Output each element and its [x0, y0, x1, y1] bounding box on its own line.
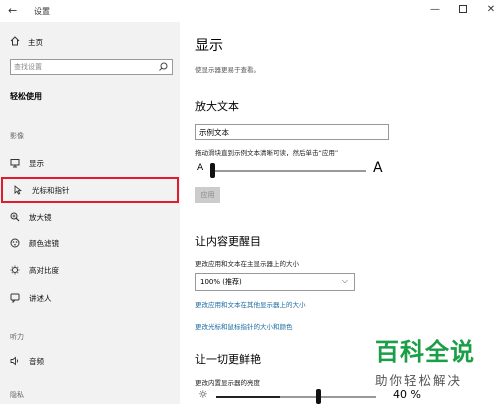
sidebar-item-high-contrast[interactable]: 高对比度	[0, 257, 180, 283]
page-title: 显示	[195, 38, 223, 54]
narrator-icon	[10, 293, 20, 303]
chevron-down-icon: ⌵	[341, 276, 348, 285]
cursor-size-link[interactable]: 更改光标和鼠标指针的大小和颜色	[195, 321, 293, 331]
back-button[interactable]: ←	[8, 4, 17, 17]
brightness-slider-fill	[216, 396, 280, 398]
color-filter-icon	[10, 238, 20, 248]
window-title: 设置	[34, 7, 50, 16]
sample-text-box: 示例文本	[195, 124, 389, 140]
search-box[interactable]	[10, 59, 173, 75]
close-button[interactable]: ✕	[483, 3, 499, 17]
slider-hint: 拖动滑块直到示例文本清晰可读，然后单击“应用”	[195, 149, 339, 157]
magnifier-icon	[10, 212, 20, 222]
group-label-privacy: 隐私	[10, 391, 24, 399]
sidebar-item-magnifier[interactable]: 放大镜	[0, 204, 180, 230]
sidebar-item-label: 显示	[29, 158, 44, 168]
monitor-icon	[10, 158, 20, 168]
title-bar: ← 设置 — ✕	[0, 0, 500, 22]
maximize-button[interactable]	[455, 3, 471, 17]
cursor-icon	[13, 185, 23, 195]
watermark-logo: 百科全说 助你轻松解决	[375, 338, 493, 389]
group-label-vision: 影像	[10, 132, 24, 140]
sidebar-home[interactable]: 主页	[10, 36, 43, 49]
brightness-label: 更改内置显示器的亮度	[195, 379, 260, 387]
home-label: 主页	[28, 38, 43, 47]
contrast-icon	[10, 265, 20, 275]
brightness-slider-row: ☼ 40 %	[195, 388, 495, 404]
sidebar-item-cursor-pointer[interactable]: 光标和指针	[1, 177, 179, 203]
other-displays-link[interactable]: 更改应用和文本在其他显示器上的大小	[195, 299, 306, 309]
sidebar-item-label: 光标和指针	[32, 185, 70, 195]
sidebar-item-label: 颜色滤镜	[29, 238, 59, 248]
home-icon	[10, 36, 20, 49]
sidebar-item-label: 音频	[29, 356, 44, 366]
brightness-slider-thumb[interactable]	[316, 389, 321, 404]
sidebar-item-label: 高对比度	[29, 265, 59, 275]
speaker-icon	[10, 356, 20, 366]
watermark-subtitle: 助你轻松解决	[375, 373, 463, 388]
text-size-slider-row: A A	[195, 160, 395, 178]
make-bigger-heading: 让内容更醒目	[195, 235, 261, 248]
sidebar: 主页 轻松使用 影像 显示 光标和指针 放大镜 颜色滤镜	[0, 22, 180, 404]
small-a-label: A	[197, 163, 204, 173]
page-description: 使显示器更易于查看。	[195, 66, 260, 74]
app-size-dropdown[interactable]: 100% (推荐) ⌵	[195, 273, 355, 291]
sidebar-item-label: 放大镜	[29, 212, 52, 222]
text-size-slider-thumb[interactable]	[210, 163, 215, 178]
sidebar-item-narrator[interactable]: 讲述人	[0, 285, 180, 311]
sidebar-item-color-filters[interactable]: 颜色滤镜	[0, 230, 180, 256]
app-size-label: 更改应用和文本在主显示器上的大小	[195, 260, 299, 268]
text-size-slider[interactable]	[211, 170, 366, 172]
brightness-value: 40 %	[393, 388, 421, 401]
app-size-dropdown-value: 100% (推荐)	[200, 278, 242, 286]
sidebar-item-label: 讲述人	[29, 293, 52, 303]
sidebar-item-display[interactable]: 显示	[0, 150, 180, 176]
brightness-slider[interactable]	[216, 396, 376, 398]
sidebar-item-audio[interactable]: 音频	[0, 348, 180, 374]
brightness-icon: ☼	[198, 388, 208, 401]
maximize-icon	[459, 5, 467, 13]
apply-button[interactable]: 应用	[195, 187, 220, 203]
group-label-hearing: 听力	[10, 333, 24, 341]
enlarge-text-heading: 放大文本	[195, 100, 239, 113]
search-icon[interactable]	[159, 62, 168, 71]
minimize-button[interactable]: —	[427, 3, 443, 17]
section-title: 轻松使用	[10, 92, 42, 101]
search-input[interactable]	[14, 61, 154, 73]
watermark-title: 百科全说	[375, 338, 475, 366]
brighter-heading: 让一切更鲜艳	[195, 353, 261, 366]
big-a-label: A	[373, 160, 383, 176]
